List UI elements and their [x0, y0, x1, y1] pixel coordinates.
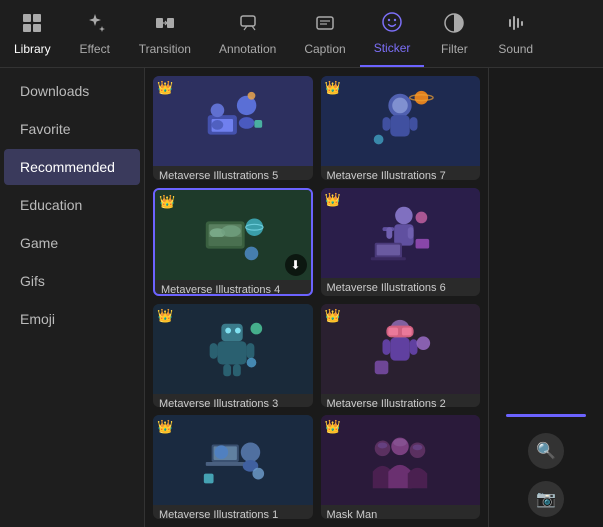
camera-button[interactable]: 📷 [528, 481, 564, 517]
sticker-label-1: Metaverse Illustrations 7 [321, 166, 481, 180]
filter-icon [443, 12, 465, 38]
sticker-card-2[interactable]: 👑 ⬇ Metaverse Illustrations 4 [153, 188, 313, 296]
toolbar-caption-label: Caption [304, 42, 345, 56]
crown-icon-0: 👑 [157, 80, 173, 96]
crown-icon-2: 👑 [159, 194, 175, 210]
toolbar-sound-label: Sound [498, 42, 533, 56]
sticker-thumb-2: 👑 ⬇ [155, 190, 311, 280]
toolbar-sticker-label: Sticker [374, 41, 411, 55]
sticker-thumb-3: 👑 [321, 188, 481, 278]
crown-icon-4: 👑 [157, 308, 173, 324]
sticker-label-3: Metaverse Illustrations 6 [321, 278, 481, 296]
crown-icon-3: 👑 [325, 192, 341, 208]
toolbar: Library Effect Transition Annotation Cap… [0, 0, 603, 68]
sticker-thumb-4: 👑 [153, 304, 313, 394]
sticker-label-0: Metaverse Illustrations 5 [153, 166, 313, 180]
sidebar-item-recommended[interactable]: Recommended [4, 149, 140, 185]
sidebar-item-favorite[interactable]: Favorite [4, 111, 140, 147]
sticker-thumb-6: 👑 [153, 415, 313, 505]
toolbar-item-sticker[interactable]: Sticker [360, 0, 425, 67]
crown-icon-7: 👑 [325, 419, 341, 435]
sticker-card-0[interactable]: 👑 Metaverse Illustrations 5 [153, 76, 313, 180]
sticker-thumb-0: 👑 [153, 76, 313, 166]
search-button[interactable]: 🔍 [528, 433, 564, 469]
sidebar-item-education[interactable]: Education [4, 187, 140, 223]
toolbar-annotation-label: Annotation [219, 42, 276, 56]
sidebar-item-emoji[interactable]: Emoji [4, 301, 140, 337]
sidebar-item-game[interactable]: Game [4, 225, 140, 261]
toolbar-item-annotation[interactable]: Annotation [205, 0, 290, 67]
download-icon-2: ⬇ [285, 254, 307, 276]
sticker-label-7: Mask Man [321, 505, 481, 519]
sticker-thumb-1: 👑 [321, 76, 481, 166]
right-panel: 🔍 📷 [488, 68, 603, 527]
sidebar-item-downloads[interactable]: Downloads [4, 73, 140, 109]
toolbar-item-caption[interactable]: Caption [290, 0, 359, 67]
sticker-grid: 👑 Metaverse Illustrations 5 [145, 68, 488, 527]
toolbar-effect-label: Effect [79, 42, 109, 56]
crown-icon-6: 👑 [157, 419, 173, 435]
preview-progress [506, 414, 586, 417]
toolbar-filter-label: Filter [441, 42, 468, 56]
library-icon [21, 12, 43, 38]
sticker-card-1[interactable]: 👑 Metaverse Illustrations 7 [321, 76, 481, 180]
toolbar-item-effect[interactable]: Effect [65, 0, 125, 67]
sidebar: Downloads Favorite Recommended Education… [0, 68, 145, 527]
sidebar-item-gifs[interactable]: Gifs [4, 263, 140, 299]
sticker-icon [381, 11, 403, 37]
main-area: Downloads Favorite Recommended Education… [0, 68, 603, 527]
annotation-icon [237, 12, 259, 38]
camera-icon: 📷 [536, 489, 556, 509]
toolbar-item-sound[interactable]: Sound [484, 0, 547, 67]
sticker-card-3[interactable]: 👑 Metaverse Illustrations [321, 188, 481, 296]
sticker-card-5[interactable]: 👑 Metaverse Illustrations 2 [321, 304, 481, 408]
sticker-label-4: Metaverse Illustrations 3 [153, 394, 313, 408]
toolbar-library-label: Library [14, 42, 51, 56]
crown-icon-1: 👑 [325, 80, 341, 96]
search-icon: 🔍 [536, 441, 556, 461]
sticker-card-7[interactable]: 👑 Mask Man [321, 415, 481, 519]
caption-icon [314, 12, 336, 38]
toolbar-transition-label: Transition [139, 42, 191, 56]
effect-icon [84, 12, 106, 38]
transition-icon [154, 12, 176, 38]
sticker-label-6: Metaverse Illustrations 1 [153, 505, 313, 519]
sticker-thumb-7: 👑 [321, 415, 481, 505]
crown-icon-5: 👑 [325, 308, 341, 324]
sticker-thumb-5: 👑 [321, 304, 481, 394]
sound-icon [505, 12, 527, 38]
toolbar-item-transition[interactable]: Transition [125, 0, 205, 67]
sticker-label-5: Metaverse Illustrations 2 [321, 394, 481, 408]
sticker-label-2: Metaverse Illustrations 4 [155, 280, 311, 296]
sticker-card-6[interactable]: 👑 Metaverse Illustrations 1 [153, 415, 313, 519]
sticker-card-4[interactable]: 👑 Metaverse Illustrations 3 [153, 304, 313, 408]
toolbar-item-library[interactable]: Library [0, 0, 65, 67]
toolbar-item-filter[interactable]: Filter [424, 0, 484, 67]
